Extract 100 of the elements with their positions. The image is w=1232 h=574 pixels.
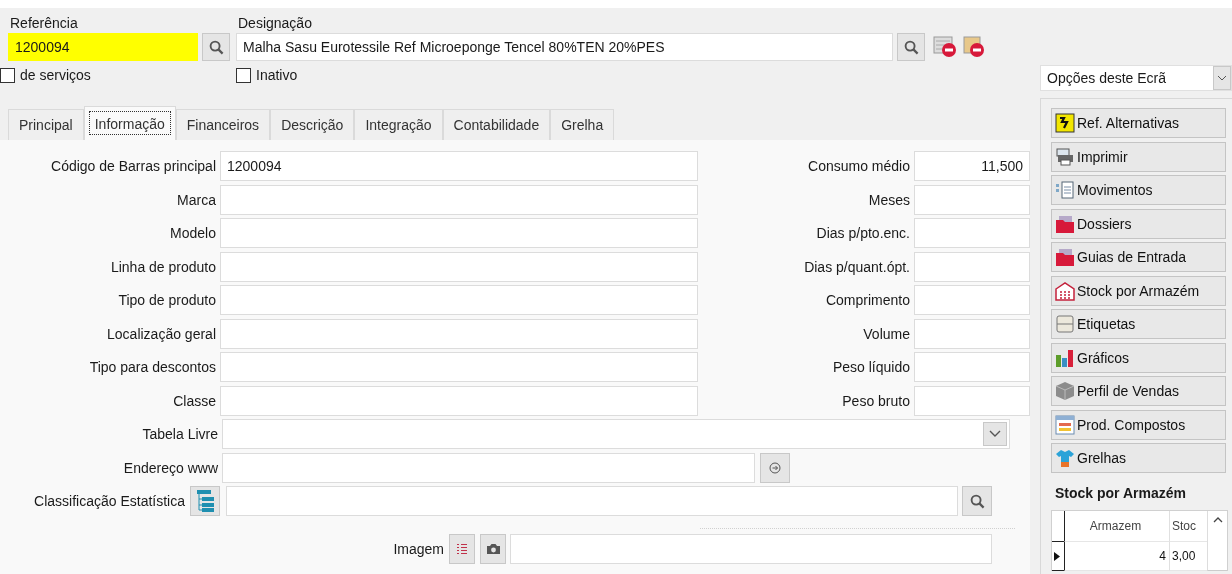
column-header: Stoc	[1169, 511, 1207, 542]
stock-title: Stock por Armazém	[1054, 483, 1187, 503]
option-button[interactable]: Ref. Alternativas	[1051, 108, 1226, 138]
camera-button[interactable]	[480, 534, 506, 564]
option-button[interactable]: Guias de Entrada	[1051, 242, 1226, 272]
scroll-up-icon	[1212, 517, 1223, 523]
field-label: Peso bruto	[841, 392, 911, 409]
tree-list-icon	[195, 489, 215, 513]
checkbox[interactable]	[236, 67, 251, 83]
table-cell: 3,00	[1169, 542, 1207, 571]
column-header: Armazem	[1064, 511, 1169, 542]
search-button[interactable]	[202, 33, 230, 61]
tree-button[interactable]	[190, 486, 220, 516]
checkbox[interactable]	[0, 67, 15, 83]
search-button[interactable]	[897, 33, 925, 61]
option-button[interactable]: Imprimir	[1051, 141, 1226, 172]
folder-icon	[1055, 213, 1075, 234]
field-label: Classe	[172, 392, 217, 409]
field-label: Consumo médio	[807, 158, 911, 174]
list-icon	[456, 543, 468, 555]
text-field[interactable]	[220, 352, 698, 382]
table-cell: 4	[1064, 542, 1169, 571]
field-label: Localização geral	[106, 325, 217, 342]
field-label: Meses	[867, 191, 911, 208]
url-field[interactable]	[222, 452, 755, 483]
field-label: Modelo	[169, 225, 217, 241]
labels-icon	[1055, 314, 1075, 334]
number-field[interactable]	[914, 352, 1030, 382]
cube-icon	[1055, 381, 1075, 401]
printer-icon	[1055, 146, 1075, 167]
field-label: Imagem	[393, 541, 444, 557]
field-label: Código de Barras principal	[50, 158, 217, 174]
option-button[interactable]: Etiquetas	[1051, 309, 1226, 339]
tab[interactable]: Financeiros	[175, 109, 271, 140]
field-label: Linha de produto	[109, 258, 217, 275]
text-field[interactable]	[220, 251, 698, 282]
text-field[interactable]: 1200094	[220, 151, 698, 181]
number-field[interactable]	[914, 218, 1030, 248]
checkbox-label: de serviços	[20, 67, 91, 83]
text-field[interactable]	[220, 318, 698, 349]
dropdown-field[interactable]	[222, 419, 1010, 449]
chevron-down-icon	[983, 422, 1007, 446]
reference-label: Referência	[9, 14, 79, 33]
field-label: Peso líquido	[831, 359, 911, 375]
number-field[interactable]	[914, 285, 1030, 315]
arrow-circle-icon	[769, 461, 781, 474]
text-field[interactable]	[220, 285, 698, 315]
tab[interactable]: Principal	[8, 109, 84, 140]
field-label: Endereço www	[123, 459, 218, 476]
number-field[interactable]	[914, 251, 1030, 282]
warehouse-icon	[1055, 280, 1075, 301]
folder-icon	[1055, 247, 1075, 267]
text-field[interactable]	[220, 184, 698, 215]
designation-field[interactable]: Malha Sasu Eurotessile Ref Microeponge Tencel 80%TEN 20%PES	[236, 33, 893, 61]
tab[interactable]: Grelha	[550, 109, 615, 140]
bar-chart-icon	[1055, 347, 1075, 368]
classification-field[interactable]	[226, 486, 958, 516]
tab[interactable]: Informação	[83, 106, 176, 140]
field-label: Comprimento	[824, 292, 911, 308]
checkbox-label: Inativo	[256, 67, 298, 83]
shirt-icon	[1055, 448, 1075, 468]
option-button[interactable]: Grelhas	[1051, 443, 1226, 473]
list-button[interactable]	[449, 534, 475, 564]
option-button[interactable]: Dossiers	[1051, 208, 1226, 239]
form-icon	[1055, 414, 1075, 435]
field-label: Tipo para descontos	[88, 359, 217, 375]
field-label: Tabela Livre	[142, 426, 218, 442]
camera-icon	[485, 543, 501, 555]
search-icon	[903, 39, 919, 55]
text-field[interactable]	[220, 385, 698, 416]
text-field[interactable]	[220, 218, 698, 248]
number-field[interactable]	[914, 184, 1030, 215]
tab[interactable]: Contabilidade	[442, 109, 551, 140]
search-icon	[208, 39, 224, 55]
tab[interactable]: Integração	[354, 109, 443, 140]
option-button[interactable]: Movimentos	[1051, 175, 1226, 205]
number-field[interactable]	[914, 385, 1030, 416]
designation-label: Designação	[237, 14, 313, 33]
search-button[interactable]	[962, 486, 992, 516]
tab[interactable]: Descrição	[270, 109, 355, 140]
field-label: Dias p/quant.ópt.	[803, 258, 911, 275]
field-label: Volume	[862, 325, 911, 342]
field-label: Tipo de produto	[117, 292, 217, 308]
image-field[interactable]	[510, 534, 992, 564]
option-button[interactable]: Prod. Compostos	[1051, 409, 1226, 440]
field-label: Marca	[176, 191, 217, 208]
document-icon	[1055, 180, 1075, 200]
field-label: Dias p/pto.enc.	[815, 225, 911, 241]
reference-field[interactable]: 1200094	[8, 33, 198, 61]
field-label: Classificação Estatística	[34, 493, 185, 509]
option-button[interactable]: Stock por Armazém	[1051, 275, 1226, 306]
option-button[interactable]: Perfil de Vendas	[1051, 376, 1226, 406]
chevron-down-icon	[1213, 66, 1231, 90]
options-dropdown[interactable]: Opções deste Ecrã	[1040, 65, 1232, 91]
go-button[interactable]	[760, 452, 790, 483]
delete-list-icon	[933, 36, 959, 58]
option-button[interactable]: Gráficos	[1051, 342, 1226, 373]
number-field[interactable]	[914, 318, 1030, 349]
search-icon	[969, 493, 985, 509]
number-field[interactable]: 11,500	[914, 151, 1030, 181]
